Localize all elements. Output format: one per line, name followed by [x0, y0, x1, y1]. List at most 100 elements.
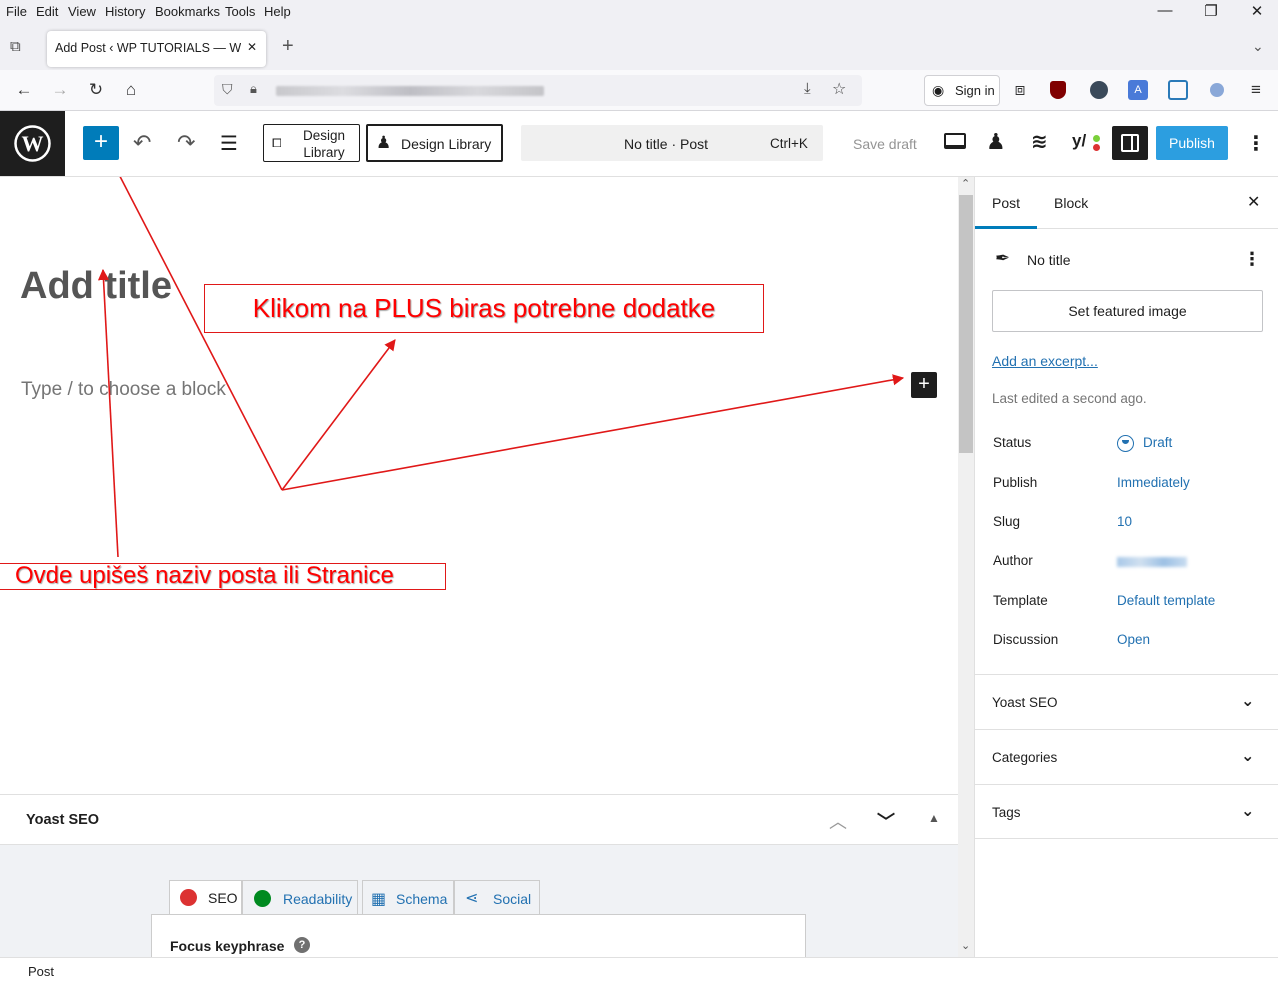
author-value-blurred[interactable]	[1117, 557, 1187, 567]
sidebar-tab-block[interactable]: Block	[1054, 195, 1088, 211]
browser-menubar: File Edit View History Bookmarks Tools H…	[0, 0, 1278, 26]
post-actions-icon[interactable]: ⋮	[1243, 249, 1261, 270]
yoast-title: Yoast SEO	[26, 812, 100, 828]
extension-blob-icon[interactable]	[1210, 83, 1224, 97]
editor-toolbar: W + ↶ ↷ ☰ ⧠ Design Library ♟ Design Libr…	[0, 111, 1278, 177]
sidebar-tab-post[interactable]: Post	[992, 195, 1020, 211]
design-library-button-1[interactable]: ⧠ Design Library	[263, 124, 360, 162]
document-title: No title · Post	[623, 136, 709, 152]
account-icon: ◉	[932, 82, 945, 98]
yoast-toolbar-icon[interactable]: y/	[1072, 131, 1086, 151]
yoast-tab-seo[interactable]: SEO	[169, 880, 242, 916]
sign-in-button[interactable]: ◉ Sign in	[924, 75, 1000, 106]
panel-yoast-seo[interactable]: Yoast SEO ⌄	[975, 674, 1278, 729]
document-overview-icon[interactable]: ☰	[220, 131, 238, 156]
publish-label: Publish	[993, 475, 1038, 490]
move-up-icon[interactable]: ︿	[829, 808, 847, 834]
publish-button[interactable]: Publish	[1156, 126, 1228, 160]
bookmark-star-icon[interactable]: ☆	[832, 79, 846, 99]
editor-scrollbar[interactable]: ⌃ ⌄	[958, 177, 974, 957]
tab-overview-icon[interactable]: ⧉	[10, 38, 21, 55]
collapse-toggle-icon[interactable]: ▲	[928, 811, 940, 825]
scroll-down-icon[interactable]: ⌄	[961, 939, 970, 952]
menu-file[interactable]: File	[6, 4, 27, 19]
menu-history[interactable]: History	[105, 4, 145, 19]
yoast-seo-panel: Focus keyphrase ?	[151, 914, 806, 958]
publish-value[interactable]: Immediately	[1117, 475, 1190, 490]
chevron-down-icon: ⌄	[1241, 803, 1255, 820]
speed-plugin-icon[interactable]: ≋	[1031, 129, 1048, 154]
settings-sidebar-toggle[interactable]	[1112, 126, 1148, 160]
arrow-to-inline-plus	[281, 374, 905, 491]
redo-icon[interactable]: ↷	[177, 130, 195, 156]
scroll-thumb[interactable]	[959, 195, 973, 453]
wordpress-logo-icon[interactable]: W	[0, 111, 65, 176]
screenshot-ext-icon[interactable]	[1168, 80, 1188, 100]
scroll-up-icon[interactable]: ⌃	[961, 177, 970, 190]
sidebar-icon-divider	[1131, 134, 1133, 152]
design-library-label-1: Design Library	[302, 128, 346, 160]
template-value[interactable]: Default template	[1117, 593, 1215, 608]
penguin-icon: ♟	[376, 133, 392, 152]
options-menu-icon[interactable]: ⋮	[1246, 131, 1266, 156]
panel-categories[interactable]: Categories ⌄	[975, 729, 1278, 784]
new-tab-icon[interactable]: +	[282, 35, 294, 58]
hamburger-menu-icon[interactable]: ≡	[1244, 78, 1268, 102]
menu-help[interactable]: Help	[264, 4, 291, 19]
undo-icon[interactable]: ↶	[133, 130, 151, 156]
readability-score-green-icon	[254, 890, 271, 907]
forward-icon[interactable]: →	[48, 78, 72, 102]
lock-icon[interactable]: 🔒︎	[250, 81, 257, 97]
tab-title: Add Post ‹ WP TUTORIALS — WordPress	[55, 41, 241, 55]
set-featured-image-button[interactable]: Set featured image	[992, 290, 1263, 332]
status-value[interactable]: Draft	[1143, 435, 1172, 450]
url-bar[interactable]: ⛉ 🔒︎ ⤓ ☆	[214, 75, 862, 106]
extension-cursor-icon[interactable]	[1090, 81, 1108, 99]
add-excerpt-link[interactable]: Add an excerpt...	[992, 353, 1098, 369]
menu-view[interactable]: View	[68, 4, 96, 19]
tab-close-icon[interactable]: ✕	[247, 40, 257, 54]
penguin-plugin-icon[interactable]: ♟	[986, 129, 1006, 155]
save-draft-button[interactable]: Save draft	[853, 136, 917, 152]
menu-edit[interactable]: Edit	[36, 4, 58, 19]
back-icon[interactable]: ←	[12, 78, 36, 102]
yoast-tab-social[interactable]: ⋖ Social	[454, 880, 540, 915]
menu-tools[interactable]: Tools	[225, 4, 255, 19]
yoast-header: Yoast SEO ︿ ﹀ ▲	[0, 795, 958, 845]
author-label: Author	[993, 553, 1033, 568]
block-inserter-plus-button[interactable]: +	[83, 126, 119, 160]
blurred-url	[276, 86, 544, 96]
minimize-icon[interactable]: —	[1150, 2, 1180, 24]
restore-icon[interactable]: ❐	[1196, 2, 1226, 24]
ublock-icon[interactable]	[1050, 81, 1066, 99]
list-tabs-icon[interactable]: ⌄	[1252, 38, 1264, 55]
shield-icon[interactable]: ⛉	[222, 81, 233, 98]
yoast-tab-schema[interactable]: ▦ Schema	[362, 880, 454, 915]
share-icon: ⋖	[465, 890, 479, 907]
translate-icon[interactable]: A	[1128, 80, 1148, 100]
download-page-icon[interactable]: ⤓	[804, 80, 811, 97]
yoast-tab-readability-label: Readability	[283, 891, 353, 907]
help-icon[interactable]: ?	[294, 937, 310, 953]
home-icon[interactable]: ⌂	[119, 78, 143, 102]
design-library-button-2[interactable]: ♟ Design Library	[366, 124, 503, 162]
yoast-tab-readability[interactable]: Readability	[242, 880, 358, 915]
template-label: Template	[993, 593, 1048, 608]
close-window-icon[interactable]: ✕	[1242, 2, 1272, 24]
preview-device-icon[interactable]	[944, 133, 966, 149]
panel-tags[interactable]: Tags ⌄	[975, 784, 1278, 839]
extensions-icon[interactable]: ⧈	[1008, 78, 1032, 102]
discussion-value[interactable]: Open	[1117, 632, 1150, 647]
browser-tab-active[interactable]: Add Post ‹ WP TUTORIALS — WordPress ✕	[47, 31, 266, 67]
breadcrumb-post[interactable]: Post	[28, 964, 54, 979]
discussion-label: Discussion	[993, 632, 1059, 647]
close-sidebar-icon[interactable]: ✕	[1247, 192, 1260, 212]
menu-bookmarks[interactable]: Bookmarks	[155, 4, 220, 19]
sidebar-icon	[1121, 134, 1139, 152]
arrow-to-plus-button	[119, 177, 283, 491]
command-palette-button[interactable]: No title · Post Ctrl+K	[521, 125, 823, 161]
chevron-down-icon: ⌄	[1241, 748, 1255, 765]
slug-value[interactable]: 10	[1117, 514, 1132, 529]
move-down-icon[interactable]: ﹀	[877, 808, 895, 834]
reload-icon[interactable]: ↻	[84, 78, 108, 102]
